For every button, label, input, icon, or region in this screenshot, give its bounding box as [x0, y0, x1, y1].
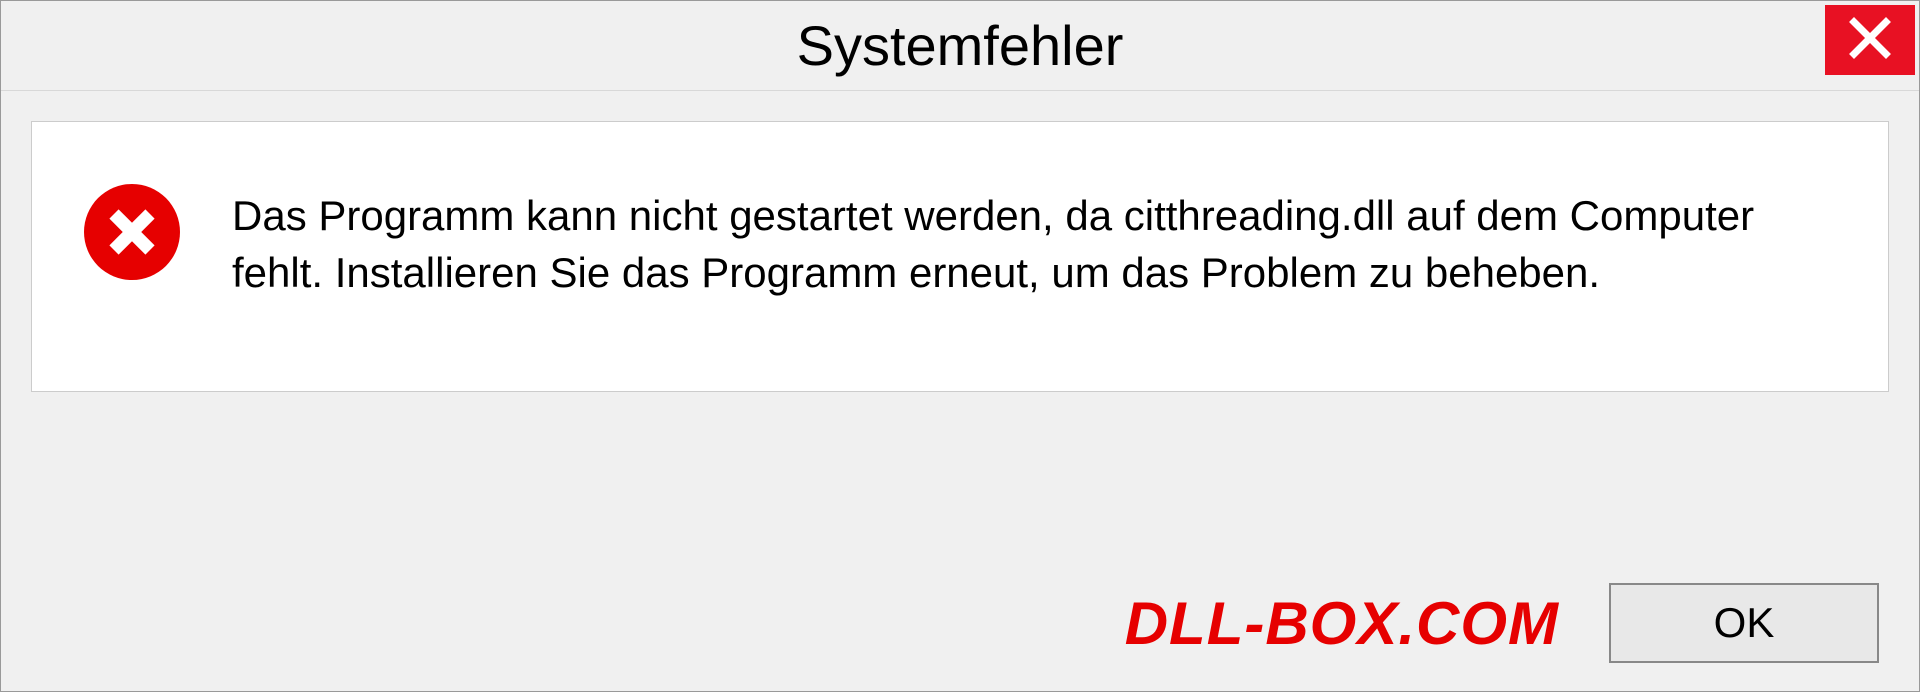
error-icon [82, 182, 182, 282]
error-dialog: Systemfehler Das Programm kann nicht g [0, 0, 1920, 692]
content-area: Das Programm kann nicht gestartet werden… [1, 91, 1919, 555]
footer: DLL-BOX.COM OK [1, 555, 1919, 691]
dialog-title: Systemfehler [797, 13, 1124, 78]
error-message: Das Programm kann nicht gestartet werden… [232, 182, 1838, 301]
ok-button[interactable]: OK [1609, 583, 1879, 663]
close-icon [1848, 16, 1892, 65]
close-button[interactable] [1825, 5, 1915, 75]
message-panel: Das Programm kann nicht gestartet werden… [31, 121, 1889, 392]
titlebar: Systemfehler [1, 1, 1919, 91]
watermark-text: DLL-BOX.COM [1125, 589, 1559, 658]
